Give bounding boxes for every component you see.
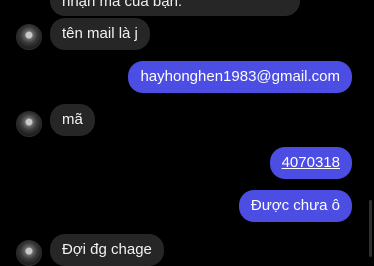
message-number-link[interactable]: 4070318	[282, 154, 340, 171]
message-text: Đợi đg chage	[62, 241, 152, 258]
message-text: mã	[62, 111, 83, 128]
message-email-link[interactable]: hayhonghen1983@gmail.com	[140, 68, 340, 85]
message-incoming[interactable]: tên mail là j	[50, 18, 150, 50]
contact-avatar[interactable]	[16, 24, 42, 50]
message-incoming[interactable]: nhận mã của bạn:	[50, 0, 300, 16]
message-outgoing[interactable]: 4070318	[269, 147, 352, 179]
message-incoming[interactable]: mã	[50, 104, 95, 136]
contact-avatar[interactable]	[16, 240, 42, 266]
message-outgoing[interactable]: hayhonghen1983@gmail.com	[128, 61, 352, 93]
message-text: nhận mã của bạn:	[62, 0, 183, 10]
message-incoming[interactable]: Đợi đg chage	[50, 234, 164, 266]
message-text: tên mail là j	[62, 25, 138, 42]
contact-avatar[interactable]	[16, 111, 42, 137]
message-outgoing[interactable]: Được chưa ô	[238, 190, 352, 222]
message-text: Được chưa ô	[250, 197, 340, 214]
scrollbar[interactable]	[369, 200, 372, 257]
